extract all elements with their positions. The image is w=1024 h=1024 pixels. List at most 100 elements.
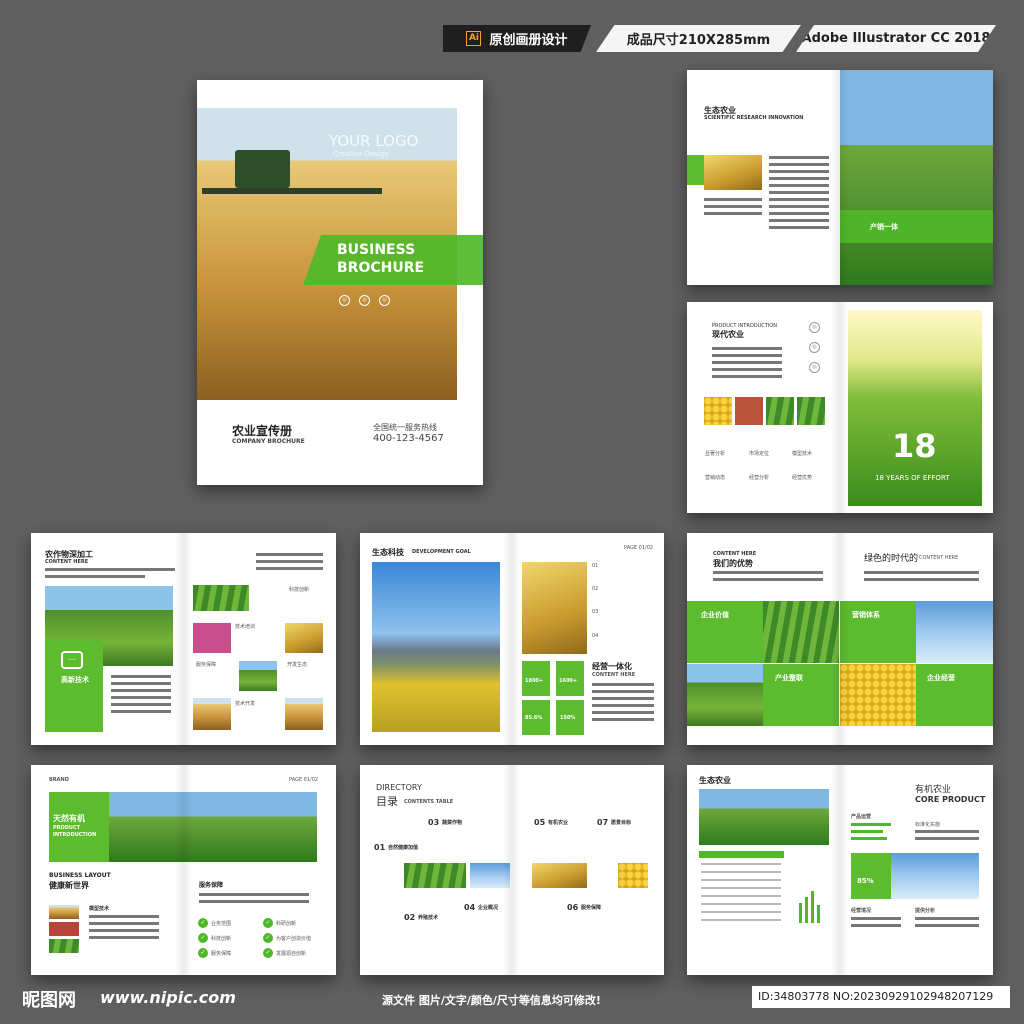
p6-img-3 [49,939,79,953]
p7-item-2: 养殖技术 [418,915,439,921]
check-icon-2: ✓ [263,918,273,928]
cover-icon-2: ◎ [359,295,370,306]
p7-item-7-num: 07 [597,818,609,827]
p2-img-1 [704,397,732,425]
p4-stat-1-text: 1800+ [525,678,544,684]
p7-item-6-num: 06 [567,903,579,912]
p8-bar-2 [805,897,808,923]
p8-label4: 提供分析 [915,908,936,914]
p4-list-2: 02 [592,586,599,592]
p5-img-1 [763,601,839,663]
p6-service: 服务保障 [199,882,224,889]
cover-icon-3: ◎ [379,295,390,306]
footer-url[interactable]: www.nipic.com [100,988,236,1007]
p5-cell-2-text: 营销体系 [852,611,880,619]
p8-bar-3 [811,891,814,923]
p7-item-5: 有机农业 [548,820,569,826]
footer-note: 源文件 图片/文字/颜色/尺寸等信息均可修改! [382,994,601,1007]
spread-crop-processing: 农作物深加工 CONTENT HERE … 高新技术 科技创新 技术培训 服务保… [31,533,336,745]
p7-contents: CONTENTS TABLE [404,799,454,805]
check-icon-5: ✓ [198,948,208,958]
spread-core-product: 生态农业 有机农业 CORE PRODUCT 产品运营 标准化实施 85% 经营… [687,765,993,975]
spread-directory: DIRECTORY 目录 CONTENTS TABLE 01 自然健康加值 02… [360,765,664,975]
p7-item-2-num: 02 [404,913,416,922]
cover-page: YOUR LOGO Creative Design BUSINESS BROCH… [197,80,483,485]
p8-label3: 经营境况 [851,908,872,914]
p2-icon-3: ◎ [809,362,820,373]
p8-right-en: CORE PRODUCT [915,795,986,804]
spread-eco-agri: 生态农业 SCIENTIFIC RESEARCH INNOVATION 产销一体 [687,70,993,285]
check-icon-3: ✓ [198,933,208,943]
p2-label-6: 经营优势 [792,475,813,481]
p8-right-cn: 有机农业 [915,785,952,795]
illustrator-icon: Ai [466,31,482,46]
p5-img-2 [916,601,993,663]
cover-icon-1: ◎ [339,295,350,306]
p4-list-3: 03 [592,609,599,615]
p2-icon-2: ◎ [809,342,820,353]
p4-list-1: 01 [592,563,599,569]
p3-subtitle: CONTENT HERE [45,559,89,565]
hotline-label: 全国统一服务热线 [373,423,437,432]
p8-bar-1 [799,903,802,923]
p8-percent: 85% [857,877,874,885]
p7-item-4-num: 04 [464,903,476,912]
p6-green-title: 天然有机 [53,814,85,823]
p6-page: PAGE 01/02 [289,777,319,783]
p6-brand: BRAND [49,777,69,783]
p7-item-4: 企业概况 [478,905,499,911]
p5-cell-4-text: 企业经营 [927,674,955,682]
cover-title: 农业宣传册 [232,424,293,438]
p7-item-3: 蔬菜作物 [442,820,463,826]
chat-icon: … [61,651,83,669]
p3-label-3: 服务保障 [196,662,217,668]
p8-table-header [699,851,784,858]
p8-tea-image [699,789,829,845]
p5-title: 我们的优势 [713,559,753,568]
p4-mountain-image [372,562,500,732]
p6-bullet-4: 为客户创造价值 [276,936,312,942]
p5-kicker: CONTENT HERE [713,551,757,557]
p8-progress-3 [851,837,887,840]
p5-img-3 [687,664,763,726]
p2-label-1: 显著分析 [705,451,726,457]
p6-tea-image [109,792,317,862]
p7-item-3-num: 03 [428,818,440,827]
p6-green-sub1: PRODUCT [53,825,81,831]
p7-img-4 [618,863,648,888]
p7-item-7: 愿景目标 [611,820,632,826]
p2-big-number: 18 [892,427,937,465]
p4-stat-2-text: 1600+ [559,678,578,684]
cover-subtitle: COMPANY BROCHURE [232,438,305,445]
p5-corn-image [840,664,916,726]
p4-list-4: 04 [592,633,599,639]
check-icon-1: ✓ [198,918,208,928]
tag-original-design: Ai 原创画册设计 [443,25,591,52]
p3-label-1: 科技创新 [289,587,310,593]
p4-heading: 经营一体化 [592,662,632,671]
p8-label2: 标准化实施 [915,822,941,828]
p3-label-4: 开发生态 [287,662,308,668]
spread-advantages: CONTENT HERE 我们的优势 绿色的时代的 CONTENT HERE 企… [687,533,993,745]
cover-banner-line1: BUSINESS [337,242,416,258]
p6-bullet-1: 业务范围 [211,921,232,927]
p1-green-block [687,155,704,185]
p7-dir-cn: 目录 [376,795,398,808]
p6-layout-en: BUSINESS LAYOUT [49,872,111,879]
p8-progress-2 [851,830,883,833]
p6-bullet-6: 发展源自创新 [276,951,307,957]
p8-title: 生态农业 [699,776,731,785]
p3-green-label: 高新技术 [61,676,89,684]
tag-size: 成品尺寸210X285mm [596,25,801,52]
p2-years: 18 YEARS OF EFFORT [875,474,950,482]
p6-bullet-5: 服务保障 [211,951,232,957]
p3-img-2 [193,623,231,653]
p2-label-4: 营销动态 [705,475,726,481]
spread-organic: BRAND PAGE 01/02 天然有机 PRODUCT INTRODUCTI… [31,765,336,975]
cover-banner-line2: BROCHURE [337,260,425,276]
p5-title-right-sub: CONTENT HERE [919,555,959,561]
p1-subtitle: SCIENTIFIC RESEARCH INNOVATION [704,115,804,121]
spread-modern-agri: PRODUCT INTRODUCTION 现代农业 ◎ ◎ ◎ 显著分析 市场定… [687,302,993,513]
p2-label-2: 市场定位 [749,451,770,457]
tag-label: 原创画册设计 [489,33,568,48]
